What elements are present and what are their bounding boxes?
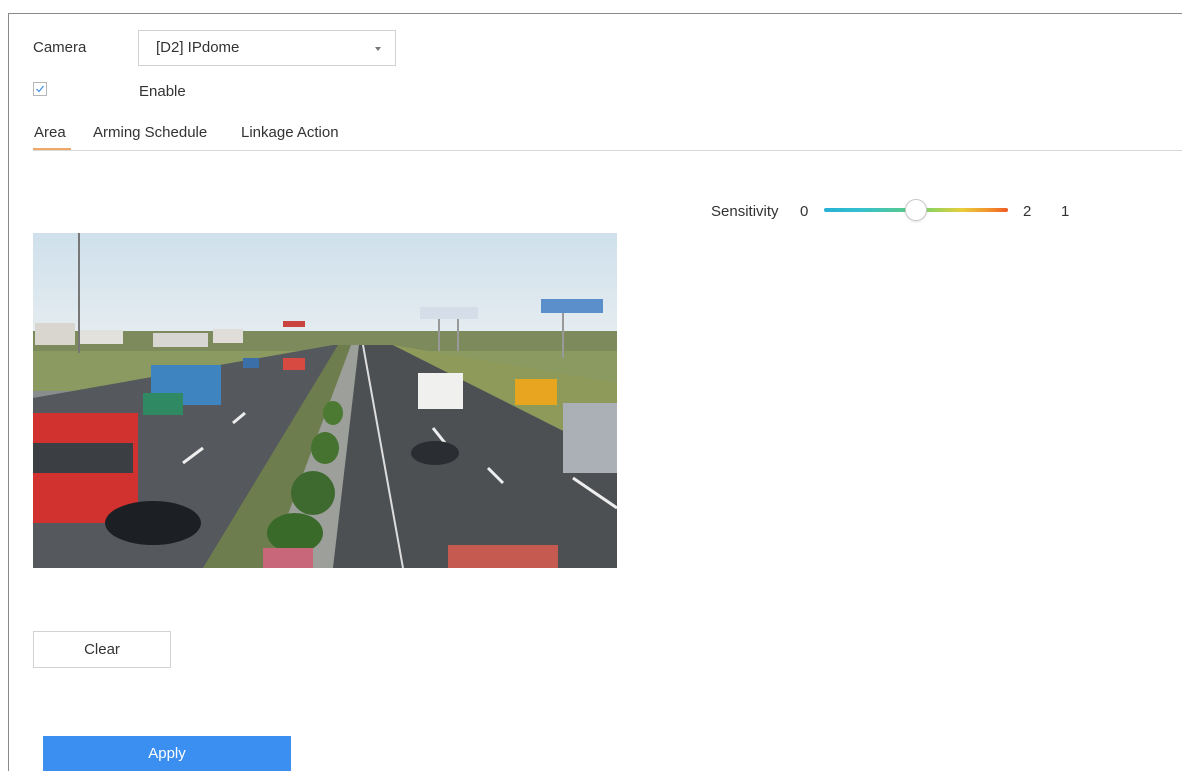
sensitivity-min-label: 0 — [800, 203, 809, 220]
caret-down-icon — [375, 47, 381, 51]
tab-arming-schedule[interactable]: Arming Schedule — [93, 124, 207, 141]
camera-label: Camera — [33, 39, 87, 56]
enable-checkbox[interactable] — [33, 82, 47, 96]
clear-button[interactable]: Clear — [33, 631, 171, 668]
sensitivity-value: 1 — [1061, 203, 1070, 220]
sensitivity-max-label: 2 — [1023, 203, 1032, 220]
sensitivity-slider-thumb[interactable] — [905, 199, 927, 221]
enable-label: Enable — [139, 83, 186, 100]
tabs-divider — [33, 150, 1182, 151]
camera-select-value: [D2] IPdome — [156, 39, 240, 56]
highway-scene-image — [33, 233, 617, 568]
tab-area[interactable]: Area — [34, 124, 66, 141]
check-icon — [36, 85, 44, 93]
camera-select[interactable]: [D2] IPdome — [138, 30, 396, 66]
sensitivity-label: Sensitivity — [711, 203, 779, 220]
camera-preview-image[interactable] — [33, 233, 617, 568]
active-tab-indicator — [33, 148, 71, 150]
apply-button[interactable]: Apply — [43, 736, 291, 771]
tab-linkage-action[interactable]: Linkage Action — [241, 124, 339, 141]
